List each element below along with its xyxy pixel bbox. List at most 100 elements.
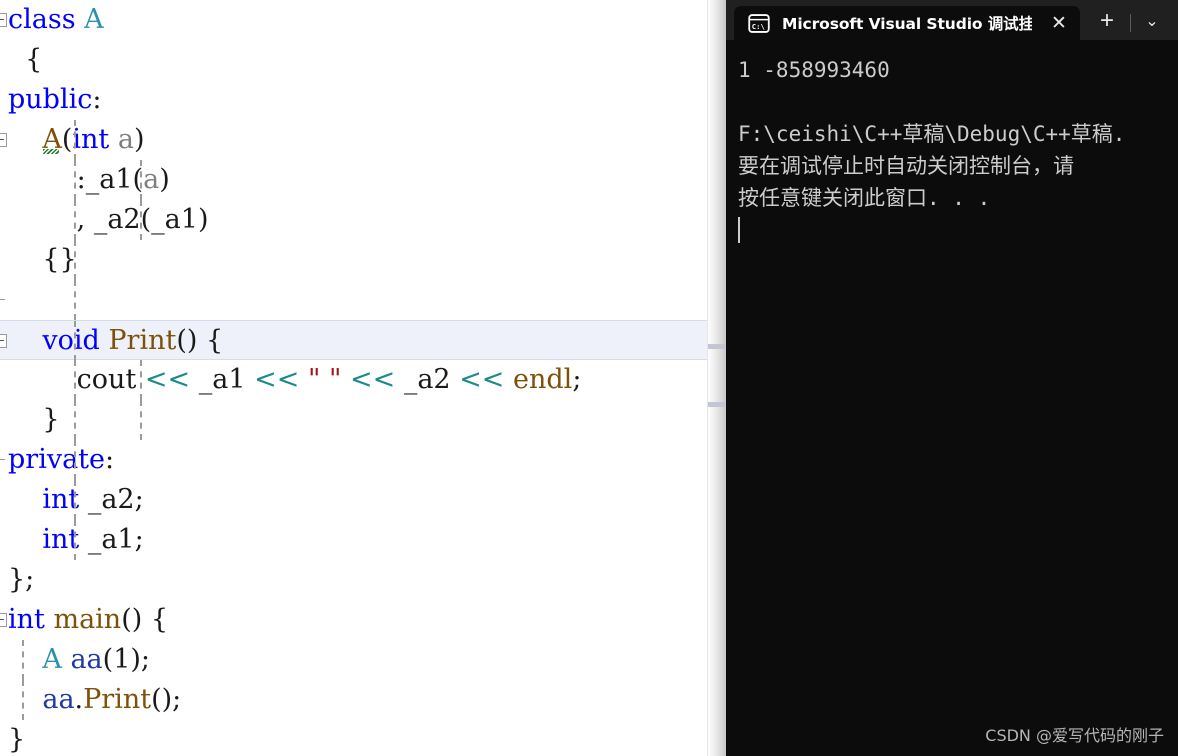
indent-guide — [22, 680, 24, 720]
code-line[interactable]: private: — [0, 440, 726, 480]
code-token: ; — [572, 364, 582, 395]
indent-guide — [140, 360, 142, 400]
code-lines-container[interactable]: class A {public: A(int a) :_a1(a) , _a2(… — [0, 0, 726, 756]
indent-guide — [74, 440, 76, 480]
code-line[interactable]: public: — [0, 80, 726, 120]
scrollbar-change-mark — [708, 344, 726, 349]
code-token: _a1 — [198, 364, 246, 395]
indent-guide — [74, 520, 76, 560]
code-token: aa — [70, 644, 103, 675]
code-token: : — [105, 444, 115, 475]
code-line[interactable]: int _a1; — [0, 520, 726, 560]
editor-vertical-scrollbar[interactable] — [707, 0, 726, 756]
code-token: << — [349, 364, 396, 395]
indent-guide — [74, 120, 76, 160]
code-line[interactable]: int main() { — [0, 600, 726, 640]
code-token: A — [42, 644, 62, 675]
indent-guide — [74, 160, 76, 200]
code-token: ( — [102, 644, 114, 675]
code-token: a — [143, 164, 160, 195]
fold-collapse-icon[interactable] — [0, 334, 7, 348]
console-output-area[interactable]: 1 -858993460 F:\ceishi\C++草稿\Debug\C++草稿.… — [726, 40, 1178, 756]
code-token: ( — [61, 124, 73, 155]
indent-guide — [74, 200, 76, 240]
code-line[interactable]: cout << _a1 << " " << _a2 << endl; — [0, 360, 726, 400]
chevron-down-icon[interactable]: ⌄ — [1137, 4, 1167, 38]
tabbar-divider — [1130, 14, 1131, 32]
indent-guide — [140, 160, 142, 200]
code-token: << — [459, 364, 505, 395]
code-token: A — [84, 4, 104, 35]
code-editor-pane[interactable]: class A {public: A(int a) :_a1(a) , _a2(… — [0, 0, 726, 756]
code-token: main — [53, 604, 122, 635]
console-tab-active[interactable]: C:\ Microsoft Visual Studio 调试挂 ✕ — [734, 6, 1080, 40]
console-window[interactable]: C:\ Microsoft Visual Studio 调试挂 ✕ + ⌄ 1 … — [726, 0, 1178, 756]
code-line[interactable]: } — [0, 400, 726, 440]
fold-end-marker — [0, 299, 5, 300]
fold-collapse-icon[interactable] — [0, 13, 7, 27]
code-token: ) — [159, 164, 170, 195]
code-token: Print — [83, 684, 152, 715]
indent-guide — [74, 240, 76, 280]
svg-text:C:\: C:\ — [752, 21, 765, 30]
close-icon[interactable]: ✕ — [1044, 9, 1074, 37]
code-token: 1 — [113, 644, 131, 675]
code-token: } — [8, 404, 60, 435]
new-tab-button[interactable]: + — [1090, 4, 1124, 38]
code-line[interactable]: :_a1(a) — [0, 160, 726, 200]
code-token: ) — [197, 204, 209, 235]
fold-collapse-icon[interactable] — [0, 613, 7, 627]
code-line[interactable]: {} — [0, 240, 726, 280]
indent-guide — [74, 400, 76, 440]
code-line[interactable]: , _a2(_a1) — [0, 200, 726, 240]
scrollbar-change-mark — [708, 402, 726, 407]
code-token: ) — [133, 124, 145, 155]
code-token: a — [117, 124, 134, 155]
code-line[interactable] — [0, 280, 726, 320]
console-tab-bar[interactable]: C:\ Microsoft Visual Studio 调试挂 ✕ + ⌄ — [726, 0, 1178, 40]
code-token: _a1 — [87, 524, 135, 555]
code-token: A — [42, 124, 62, 155]
code-token: (); — [151, 684, 182, 715]
code-line[interactable]: }; — [0, 560, 726, 600]
indent-guide — [74, 321, 76, 361]
indent-guide — [74, 480, 76, 520]
code-token: ; — [140, 644, 151, 675]
code-token: ; — [134, 524, 144, 555]
code-line[interactable]: { — [0, 40, 726, 80]
indent-guide — [140, 200, 142, 240]
code-token: private — [8, 444, 106, 475]
code-token: _a1 — [85, 164, 133, 195]
indent-guide — [22, 640, 24, 680]
code-token: } — [8, 724, 26, 755]
code-token: aa — [42, 684, 75, 715]
console-output-line: 1 -858993460 — [738, 58, 890, 82]
code-line[interactable]: aa.Print(); — [0, 680, 726, 720]
code-token: _a2 — [403, 364, 451, 395]
code-line[interactable]: A(int a) — [0, 120, 726, 160]
code-line[interactable]: int _a2; — [0, 480, 726, 520]
code-token: ) — [130, 644, 141, 675]
console-cmd-icon: C:\ — [748, 13, 770, 33]
code-line[interactable]: void Print() { — [0, 320, 726, 361]
indent-guide — [74, 280, 76, 320]
code-token: { — [8, 44, 43, 75]
code-token: int — [8, 604, 45, 635]
code-token: . — [74, 684, 84, 715]
code-line[interactable]: A aa(1); — [0, 640, 726, 680]
fold-collapse-icon[interactable] — [0, 133, 7, 147]
code-line[interactable]: } — [0, 720, 726, 756]
code-line[interactable]: class A — [0, 0, 726, 40]
